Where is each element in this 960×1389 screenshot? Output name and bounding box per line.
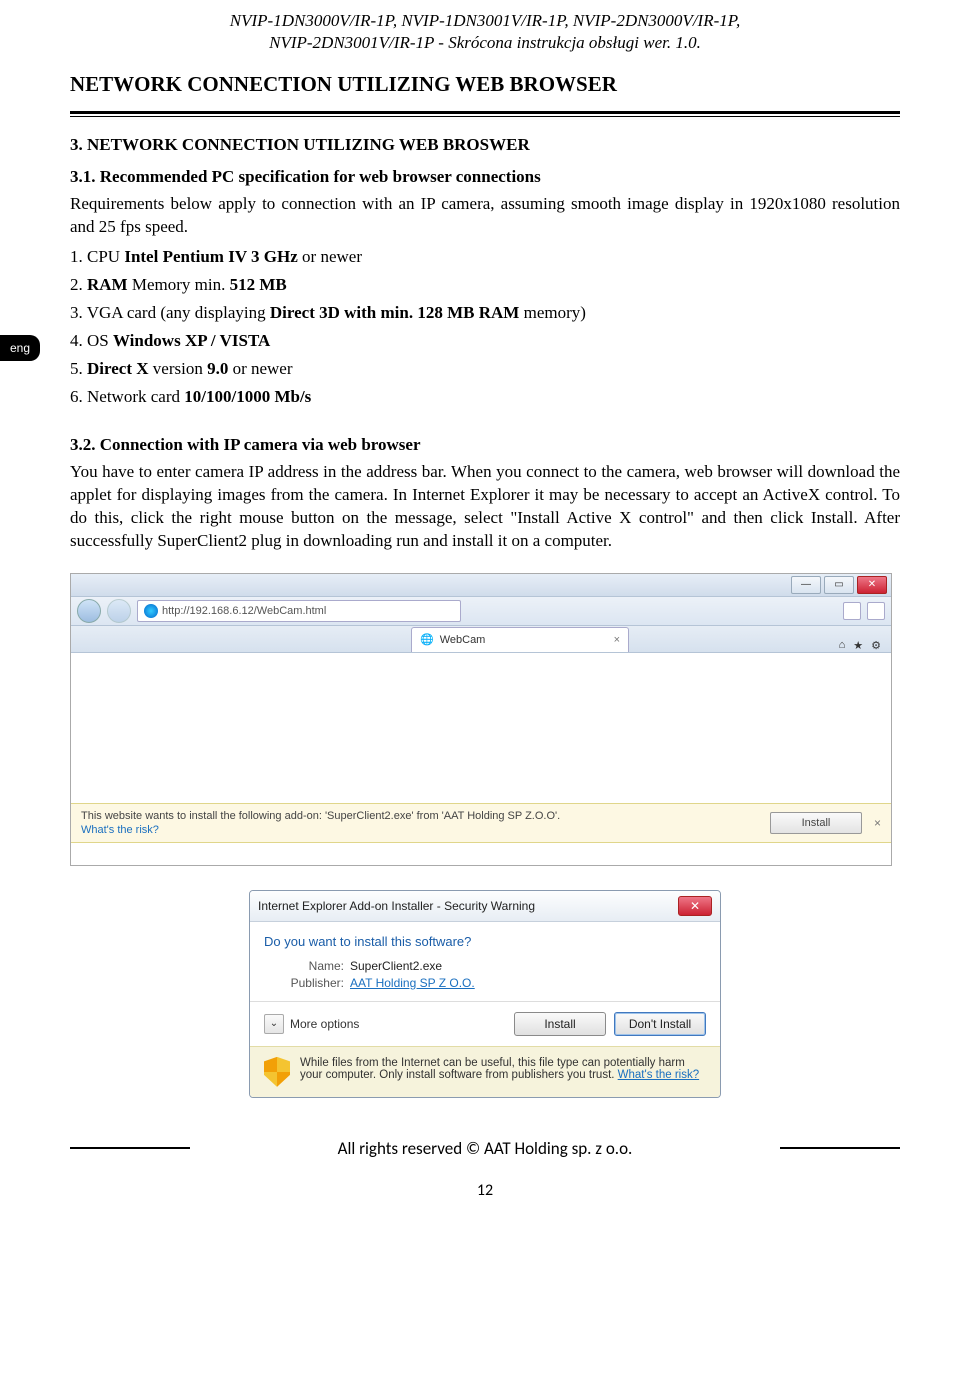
req-4: 4. OS Windows XP / VISTA bbox=[70, 331, 900, 351]
window-titlebar: — ▭ ✕ bbox=[71, 574, 891, 597]
header-models: NVIP-1DN3000V/IR-1P, NVIP-1DN3001V/IR-1P… bbox=[70, 10, 900, 32]
browser-content bbox=[71, 653, 891, 803]
more-options-toggle[interactable]: ⌄ More options bbox=[264, 1014, 359, 1034]
name-label: Name: bbox=[264, 959, 344, 973]
req-2-c: Memory min. bbox=[128, 275, 230, 294]
tab-strip: 🌐 WebCam × ⌂ ★ ⚙ bbox=[71, 626, 891, 653]
publisher-label: Publisher: bbox=[264, 976, 344, 990]
globe-icon: 🌐 bbox=[420, 633, 434, 646]
activex-infobar: This website wants to install the follow… bbox=[71, 803, 891, 843]
infobar-text: This website wants to install the follow… bbox=[81, 810, 560, 822]
header-subtitle: NVIP-2DN3001V/IR-1P - Skrócona instrukcj… bbox=[70, 32, 900, 54]
minimize-button[interactable]: — bbox=[791, 576, 821, 594]
para-3-1: Requirements below apply to connection w… bbox=[70, 193, 900, 239]
para-3-2: You have to enter camera IP address in t… bbox=[70, 461, 900, 553]
close-button[interactable]: ✕ bbox=[857, 576, 887, 594]
chevron-down-icon: ⌄ bbox=[264, 1014, 284, 1034]
browser-screenshot: — ▭ ✕ http://192.168.6.12/WebCam.html 🌐 … bbox=[70, 573, 892, 866]
footer-bar-right bbox=[780, 1147, 900, 1149]
page-number: 12 bbox=[70, 1181, 900, 1200]
home-icon[interactable]: ⌂ bbox=[839, 639, 846, 651]
req-3-b: Direct 3D with min. 128 MB RAM bbox=[270, 303, 519, 322]
tab-label: WebCam bbox=[440, 634, 486, 646]
dialog-warning-panel: While files from the Internet can be use… bbox=[250, 1046, 720, 1097]
req-6: 6. Network card 10/100/1000 Mb/s bbox=[70, 387, 900, 407]
refresh-icon[interactable] bbox=[843, 602, 861, 620]
req-6-a: 6. Network card bbox=[70, 387, 184, 406]
ie-icon bbox=[144, 604, 158, 618]
name-value: SuperClient2.exe bbox=[350, 959, 442, 973]
language-tab: eng bbox=[0, 335, 40, 361]
req-1-c: or newer bbox=[298, 247, 362, 266]
url-text: http://192.168.6.12/WebCam.html bbox=[162, 605, 326, 617]
warning-risk-link[interactable]: What's the risk? bbox=[618, 1069, 699, 1081]
address-bar: http://192.168.6.12/WebCam.html bbox=[71, 597, 891, 626]
req-3: 3. VGA card (any displaying Direct 3D wi… bbox=[70, 303, 900, 323]
publisher-link[interactable]: AAT Holding SP Z O.O. bbox=[350, 976, 475, 990]
dialog-close-button[interactable]: ✕ bbox=[678, 896, 712, 916]
url-input[interactable]: http://192.168.6.12/WebCam.html bbox=[137, 600, 461, 622]
infobar-install-button[interactable]: Install bbox=[770, 812, 862, 834]
req-5: 5. Direct X version 9.0 or newer bbox=[70, 359, 900, 379]
browser-bottom bbox=[71, 843, 891, 865]
req-6-b: 10/100/1000 Mb/s bbox=[184, 387, 311, 406]
favorites-icon[interactable]: ★ bbox=[853, 639, 863, 652]
req-4-b: Windows XP / VISTA bbox=[113, 331, 270, 350]
tab-close-icon[interactable]: × bbox=[614, 634, 620, 646]
req-2-b: RAM bbox=[87, 275, 128, 294]
req-1-a: 1. CPU bbox=[70, 247, 124, 266]
req-2-a: 2. bbox=[70, 275, 87, 294]
dialog-dont-install-button[interactable]: Don't Install bbox=[614, 1012, 706, 1036]
dialog-install-button[interactable]: Install bbox=[514, 1012, 606, 1036]
dialog-title-text: Internet Explorer Add-on Installer - Sec… bbox=[258, 899, 535, 913]
req-2-d: 512 MB bbox=[230, 275, 287, 294]
req-3-a: 3. VGA card (any displaying bbox=[70, 303, 270, 322]
tab-webcam[interactable]: 🌐 WebCam × bbox=[411, 627, 629, 652]
req-1-b: Intel Pentium IV 3 GHz bbox=[124, 247, 297, 266]
heading-3-2: 3.2. Connection with IP camera via web b… bbox=[70, 435, 900, 455]
shield-icon bbox=[264, 1057, 290, 1087]
heading-3-1: 3.1. Recommended PC specification for we… bbox=[70, 167, 900, 187]
divider-thin bbox=[70, 116, 900, 117]
maximize-button[interactable]: ▭ bbox=[824, 576, 854, 594]
heading-3: 3. NETWORK CONNECTION UTILIZING WEB BROS… bbox=[70, 135, 900, 155]
back-button[interactable] bbox=[77, 599, 101, 623]
footer-copyright: All rights reserved © AAT Holding sp. z … bbox=[190, 1138, 780, 1159]
req-1: 1. CPU Intel Pentium IV 3 GHz or newer bbox=[70, 247, 900, 267]
divider-thick bbox=[70, 111, 900, 114]
req-4-a: 4. OS bbox=[70, 331, 113, 350]
infobar-close-icon[interactable]: × bbox=[874, 816, 881, 830]
tools-icon[interactable]: ⚙ bbox=[871, 639, 881, 652]
more-options-label: More options bbox=[290, 1017, 359, 1031]
req-3-c: memory) bbox=[519, 303, 586, 322]
dialog-question: Do you want to install this software? bbox=[264, 934, 706, 949]
req-5-c: version bbox=[149, 359, 208, 378]
infobar-risk-link[interactable]: What's the risk? bbox=[81, 824, 560, 836]
req-2: 2. RAM Memory min. 512 MB bbox=[70, 275, 900, 295]
section-title: NETWORK CONNECTION UTILIZING WEB BROWSER bbox=[70, 72, 900, 97]
req-5-a: 5. bbox=[70, 359, 87, 378]
stop-icon[interactable] bbox=[867, 602, 885, 620]
forward-button[interactable] bbox=[107, 599, 131, 623]
req-5-d: 9.0 bbox=[207, 359, 228, 378]
req-5-b: Direct X bbox=[87, 359, 149, 378]
security-warning-dialog: Internet Explorer Add-on Installer - Sec… bbox=[249, 890, 721, 1098]
req-5-e: or newer bbox=[228, 359, 292, 378]
footer-bar-left bbox=[70, 1147, 190, 1149]
dialog-titlebar: Internet Explorer Add-on Installer - Sec… bbox=[250, 891, 720, 922]
